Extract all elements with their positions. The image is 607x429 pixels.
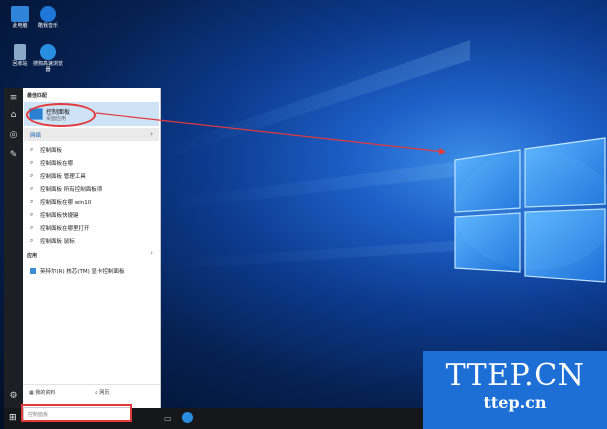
site-watermark: TTEP.CN ttep.cn: [423, 351, 607, 429]
